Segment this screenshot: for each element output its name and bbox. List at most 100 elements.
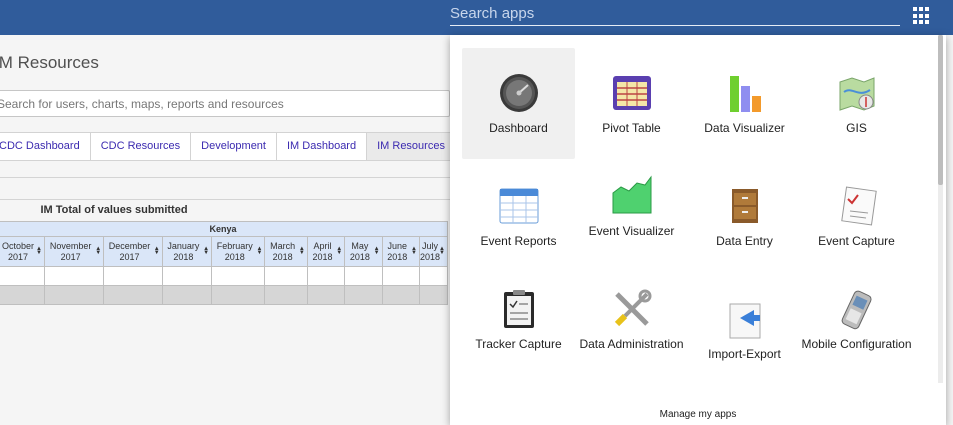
table-cell bbox=[344, 285, 383, 305]
sort-icon[interactable]: ▲ ▼ bbox=[299, 246, 305, 256]
table-cell bbox=[418, 266, 449, 286]
table-cell bbox=[43, 285, 105, 305]
column-year: 2018 bbox=[419, 251, 440, 262]
sort-icon[interactable]: ▲ ▼ bbox=[154, 246, 160, 256]
app-tracker-capture[interactable]: Tracker Capture bbox=[462, 274, 575, 385]
column-month: June bbox=[387, 240, 407, 251]
app-event-visualizer[interactable]: Event Visualizer bbox=[575, 161, 688, 272]
dashboard-item-title: IM Total of values submitted bbox=[40, 204, 188, 216]
app-label: Mobile Configuration bbox=[801, 337, 912, 351]
data-visualizer-icon bbox=[730, 76, 761, 112]
table-cell bbox=[161, 285, 213, 305]
tab-im-resources[interactable]: IM Resources bbox=[366, 132, 450, 161]
table-cell bbox=[381, 285, 420, 305]
sort-icon[interactable]: ▲ ▼ bbox=[374, 246, 380, 256]
table-column-header[interactable]: July 2018 ▲ ▼ bbox=[418, 236, 449, 267]
dashboard-tabs: CDC Dashboard CDC Resources Development … bbox=[0, 132, 450, 161]
table-cell bbox=[306, 285, 346, 305]
divider bbox=[0, 177, 450, 178]
app-mobile-configuration[interactable]: Mobile Configuration bbox=[800, 274, 913, 385]
app-label: Event Reports bbox=[480, 234, 557, 248]
sort-icon[interactable]: ▲ ▼ bbox=[411, 246, 417, 256]
column-month: February bbox=[216, 240, 253, 251]
column-month: April bbox=[313, 240, 332, 251]
data-entry-icon bbox=[732, 189, 758, 223]
apps-menu-scrollbar[interactable] bbox=[938, 35, 943, 383]
sort-icon[interactable]: ▲ ▼ bbox=[439, 246, 445, 256]
table-column-header[interactable]: March 2018 ▲ ▼ bbox=[264, 236, 308, 267]
table-column-header[interactable]: February 2018 ▲ ▼ bbox=[211, 236, 266, 267]
search-apps-input[interactable] bbox=[450, 2, 900, 24]
table-cell bbox=[381, 266, 420, 286]
table-column-header[interactable]: January 2018 ▲ ▼ bbox=[161, 236, 213, 267]
table-group-header: Kenya bbox=[0, 221, 448, 237]
sort-icon[interactable]: ▲ ▼ bbox=[336, 246, 342, 256]
app-event-reports[interactable]: Event Reports bbox=[462, 161, 575, 272]
table-cell bbox=[0, 266, 45, 286]
column-year: 2018 bbox=[224, 251, 245, 262]
scrollbar-thumb[interactable] bbox=[938, 35, 943, 185]
app-dashboard[interactable]: Dashboard bbox=[462, 48, 575, 159]
table-cell bbox=[43, 266, 105, 286]
table-column-header[interactable]: December 2017 ▲ ▼ bbox=[103, 236, 163, 267]
table-column-header[interactable]: May 2018 ▲ ▼ bbox=[344, 236, 383, 267]
column-month: November bbox=[49, 240, 92, 251]
sort-icon[interactable]: ▲ ▼ bbox=[95, 246, 101, 256]
table-cell bbox=[264, 266, 308, 286]
pivot-table: Kenya October 2017 ▲ ▼ November 2017 ▲ ▼ Decem… bbox=[0, 221, 449, 305]
import-export-icon bbox=[729, 303, 761, 339]
dashboard-filter-input[interactable] bbox=[0, 91, 449, 116]
app-data-administration[interactable]: Data Administration bbox=[575, 274, 688, 385]
sort-icon[interactable]: ▲ ▼ bbox=[36, 246, 42, 256]
app-data-visualizer[interactable]: Data Visualizer bbox=[688, 48, 801, 159]
table-cell bbox=[418, 285, 449, 305]
table-cell bbox=[211, 266, 266, 286]
dashboard-filter-field[interactable] bbox=[0, 90, 450, 117]
sort-icon[interactable]: ▲ ▼ bbox=[203, 246, 209, 256]
column-month: October bbox=[1, 240, 34, 251]
app-event-capture[interactable]: Event Capture bbox=[800, 161, 913, 272]
column-year: 2018 bbox=[312, 251, 333, 262]
app-pivot-table[interactable]: Pivot Table bbox=[575, 48, 688, 159]
table-cell bbox=[344, 266, 383, 286]
event-capture-icon bbox=[841, 186, 877, 226]
column-year: 2018 bbox=[272, 251, 293, 262]
tab-development[interactable]: Development bbox=[190, 132, 276, 161]
table-cell bbox=[103, 266, 163, 286]
table-column-header[interactable]: June 2018 ▲ ▼ bbox=[381, 236, 420, 267]
dashboard-area: IM Resources CDC Dashboard CDC Resources… bbox=[0, 35, 450, 425]
app-label: Dashboard bbox=[489, 121, 548, 135]
table-cell bbox=[306, 266, 346, 286]
sort-icon[interactable]: ▲ ▼ bbox=[256, 246, 262, 256]
tab-cdc-dashboard[interactable]: CDC Dashboard bbox=[0, 132, 90, 161]
tab-cdc-resources[interactable]: CDC Resources bbox=[89, 132, 191, 161]
column-year: 2018 bbox=[173, 251, 194, 262]
table-column-header[interactable]: October 2017 ▲ ▼ bbox=[0, 236, 45, 267]
event-reports-icon bbox=[499, 188, 539, 224]
search-apps-field[interactable] bbox=[450, 2, 900, 26]
table-cell bbox=[161, 266, 213, 286]
app-label: Data Entry bbox=[716, 234, 773, 248]
table-column-header[interactable]: November 2017 ▲ ▼ bbox=[43, 236, 105, 267]
dashboard-icon bbox=[500, 74, 538, 112]
event-visualizer-icon bbox=[612, 175, 652, 214]
column-month: March bbox=[270, 240, 296, 251]
apps-grid-button[interactable] bbox=[912, 6, 932, 26]
column-month: May bbox=[351, 240, 369, 251]
table-column-header[interactable]: April 2018 ▲ ▼ bbox=[306, 236, 346, 267]
column-year: 2018 bbox=[387, 251, 408, 262]
app-gis[interactable]: GIS bbox=[800, 48, 913, 159]
gis-icon bbox=[839, 77, 875, 111]
app-label: Data Administration bbox=[579, 337, 684, 351]
pivot-table-icon bbox=[613, 76, 651, 110]
app-data-entry[interactable]: Data Entry bbox=[688, 161, 801, 272]
column-year: 2018 bbox=[349, 251, 370, 262]
app-label: GIS bbox=[846, 121, 867, 135]
manage-my-apps-link[interactable]: Manage my apps bbox=[450, 409, 946, 420]
column-year: 2017 bbox=[119, 251, 140, 262]
dashboard-title: IM Resources bbox=[0, 53, 99, 72]
tab-im-dashboard[interactable]: IM Dashboard bbox=[276, 132, 367, 161]
apps-grid-icon bbox=[913, 7, 917, 11]
column-year: 2017 bbox=[60, 251, 81, 262]
app-import-export[interactable]: Import-Export bbox=[688, 274, 801, 385]
